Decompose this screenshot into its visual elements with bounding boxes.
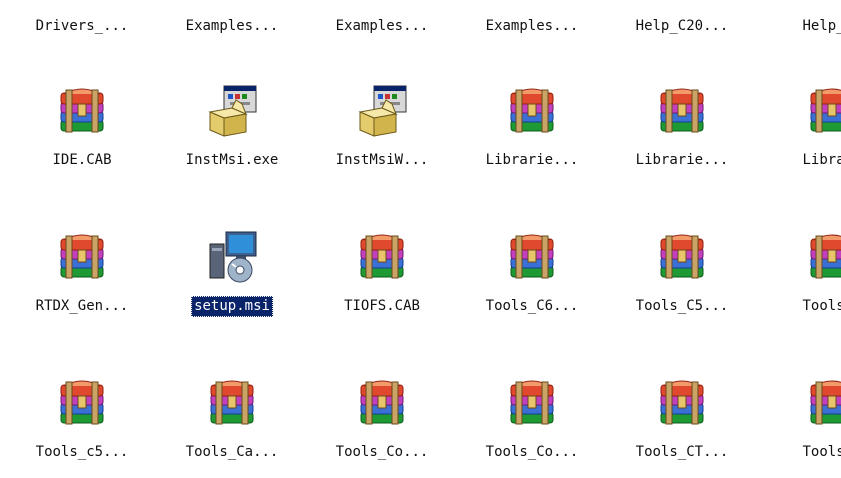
file-name-label: Tools_c5... bbox=[35, 444, 129, 460]
file-item[interactable]: Librarie... bbox=[458, 80, 606, 188]
file-item[interactable]: Help_C20... bbox=[608, 0, 756, 54]
file-name-label: Tools_I bbox=[802, 444, 841, 460]
file-name-label: Librarie... bbox=[635, 152, 729, 168]
winrar-archive-icon bbox=[502, 0, 562, 6]
winrar-archive-icon bbox=[52, 372, 112, 432]
file-name-label: Help_C20... bbox=[635, 18, 729, 34]
winrar-archive-icon bbox=[802, 226, 841, 286]
file-name-label: Tools_Ca... bbox=[185, 444, 279, 460]
winrar-archive-icon bbox=[352, 226, 412, 286]
winrar-archive-icon bbox=[502, 226, 562, 286]
file-item[interactable]: Drivers_... bbox=[8, 0, 156, 54]
file-item[interactable]: Examples... bbox=[458, 0, 606, 54]
file-name-label: Drivers_... bbox=[35, 18, 129, 34]
file-item[interactable]: InstMsi.exe bbox=[158, 80, 306, 188]
file-item[interactable]: Tools_Co... bbox=[458, 372, 606, 478]
installer-package-icon bbox=[352, 80, 412, 140]
file-item[interactable]: Librari bbox=[758, 80, 841, 188]
winrar-archive-icon bbox=[652, 226, 712, 286]
winrar-archive-icon bbox=[652, 0, 712, 6]
winrar-archive-icon bbox=[802, 80, 841, 140]
file-name-label: Tools_C bbox=[802, 298, 841, 314]
file-item[interactable]: Tools_C bbox=[758, 226, 841, 334]
winrar-archive-icon bbox=[652, 80, 712, 140]
winrar-archive-icon bbox=[202, 372, 262, 432]
file-name-label: Examples... bbox=[335, 18, 429, 34]
winrar-archive-icon bbox=[352, 372, 412, 432]
file-item[interactable]: setup.msi bbox=[158, 226, 306, 334]
file-name-label: Tools_Co... bbox=[335, 444, 429, 460]
winrar-archive-icon bbox=[52, 226, 112, 286]
winrar-archive-icon bbox=[502, 372, 562, 432]
file-name-label: InstMsi.exe bbox=[185, 152, 279, 168]
file-name-label: Tools_CT... bbox=[635, 444, 729, 460]
file-name-label: RTDX_Gen... bbox=[35, 298, 129, 314]
winrar-archive-icon bbox=[52, 0, 112, 6]
file-item[interactable]: TIOFS.CAB bbox=[308, 226, 456, 334]
file-name-label: Tools_Co... bbox=[485, 444, 579, 460]
file-name-label: Tools_C6... bbox=[485, 298, 579, 314]
file-name-label: TIOFS.CAB bbox=[344, 298, 420, 314]
file-item[interactable]: Librarie... bbox=[608, 80, 756, 188]
file-item[interactable]: Help_C5 bbox=[758, 0, 841, 54]
file-name-label: Examples... bbox=[485, 18, 579, 34]
file-name-label: IDE.CAB bbox=[52, 152, 112, 168]
file-item[interactable]: InstMsiW... bbox=[308, 80, 456, 188]
file-list-view[interactable]: Drivers_... Examples... Examples... Exam… bbox=[0, 0, 841, 478]
file-name-label: setup.msi bbox=[191, 296, 273, 317]
file-item[interactable]: Tools_CT... bbox=[608, 372, 756, 478]
file-item[interactable]: Examples... bbox=[158, 0, 306, 54]
file-item[interactable]: RTDX_Gen... bbox=[8, 226, 156, 334]
winrar-archive-icon bbox=[202, 0, 262, 6]
file-item[interactable]: Tools_Co... bbox=[308, 372, 456, 478]
file-item[interactable]: Tools_Ca... bbox=[158, 372, 306, 478]
file-name-label: Tools_C5... bbox=[635, 298, 729, 314]
file-name-label: Librari bbox=[802, 152, 841, 168]
winrar-archive-icon bbox=[802, 372, 841, 432]
file-name-label: Librarie... bbox=[485, 152, 579, 168]
file-item[interactable]: Tools_C6... bbox=[458, 226, 606, 334]
winrar-archive-icon bbox=[352, 0, 412, 6]
winrar-archive-icon bbox=[52, 80, 112, 140]
winrar-archive-icon bbox=[502, 80, 562, 140]
winrar-archive-icon bbox=[652, 372, 712, 432]
file-name-label: InstMsiW... bbox=[335, 152, 429, 168]
file-name-label: Examples... bbox=[185, 18, 279, 34]
file-item[interactable]: Tools_c5... bbox=[8, 372, 156, 478]
winrar-archive-icon bbox=[802, 0, 841, 6]
msi-setup-icon bbox=[202, 226, 262, 286]
file-name-label: Help_C5 bbox=[802, 18, 841, 34]
file-item[interactable]: Examples... bbox=[308, 0, 456, 54]
installer-package-icon bbox=[202, 80, 262, 140]
file-item[interactable]: Tools_I bbox=[758, 372, 841, 478]
file-item[interactable]: Tools_C5... bbox=[608, 226, 756, 334]
file-item[interactable]: IDE.CAB bbox=[8, 80, 156, 188]
